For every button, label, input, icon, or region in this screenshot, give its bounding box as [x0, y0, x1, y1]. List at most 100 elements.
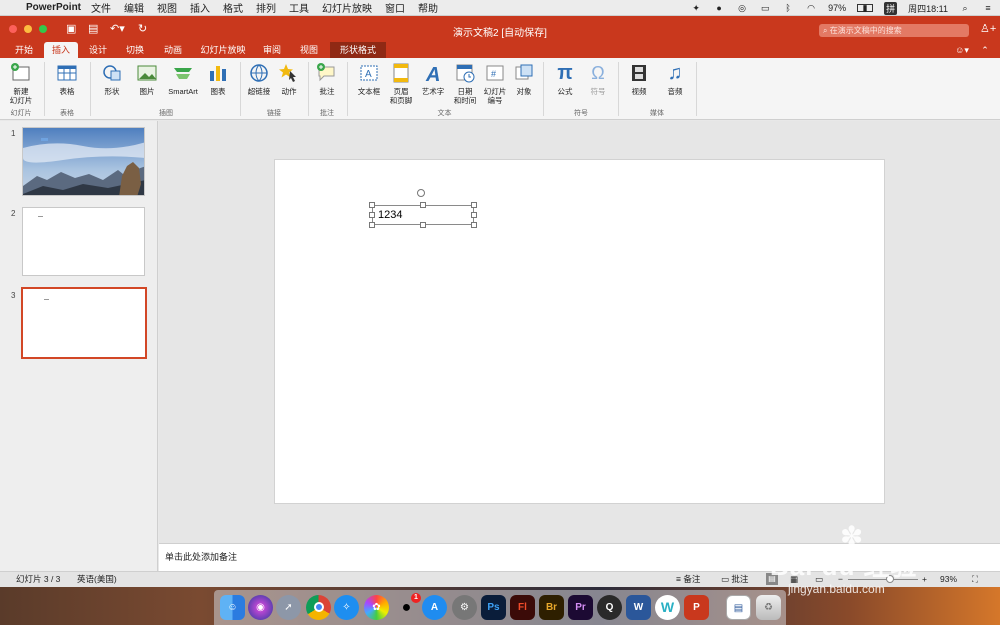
hyperlink-button[interactable]: 超链接 [245, 62, 273, 96]
powerpoint-icon[interactable]: P [684, 595, 709, 620]
equation-button[interactable]: π 公式 [550, 62, 580, 96]
battery-icon[interactable]: ▮ [857, 4, 874, 13]
qq-badge: 1 [411, 593, 421, 603]
textbox-icon: A [358, 62, 380, 84]
bridge-icon[interactable]: Br [539, 595, 564, 620]
resize-handle[interactable] [471, 212, 477, 218]
qq-icon[interactable]: ● 1 [394, 593, 421, 620]
wifi-icon[interactable]: ◠ [805, 3, 817, 14]
resize-handle[interactable] [471, 202, 477, 208]
finder-icon[interactable]: ☺ [220, 595, 245, 620]
cloud-icon[interactable]: ◎ [736, 3, 748, 14]
tab-review[interactable]: 审阅 [257, 42, 287, 58]
document-thumbnail-icon[interactable]: ▤ [726, 595, 751, 620]
object-button[interactable]: 对象 [511, 62, 537, 96]
smartart-button[interactable]: SmartArt [164, 62, 202, 96]
tab-home[interactable]: 开始 [8, 42, 40, 58]
wordart-button[interactable]: A 艺术字 [418, 62, 448, 96]
menu-help[interactable]: 帮助 [418, 0, 438, 15]
symbol-button[interactable]: Ω 符号 [584, 62, 612, 96]
menu-edit[interactable]: 编辑 [124, 0, 144, 15]
date-time-button[interactable]: 日期 和时间 [450, 62, 480, 105]
tab-animations[interactable]: 动画 [157, 42, 189, 58]
menu-arrange[interactable]: 排列 [256, 0, 276, 15]
picture-button[interactable]: 图片 [131, 62, 163, 96]
comment-button[interactable]: 批注 [313, 62, 341, 96]
siri-icon[interactable]: ◉ [248, 595, 273, 620]
selected-textbox[interactable]: 1234 [369, 189, 477, 228]
shapes-button[interactable]: 形状 [96, 62, 128, 96]
launchpad-icon[interactable]: ➚ [276, 595, 301, 620]
current-slide[interactable]: 1234 [274, 159, 885, 504]
chart-button[interactable]: 图表 [203, 62, 233, 96]
menu-window[interactable]: 窗口 [385, 0, 405, 15]
resize-handle[interactable] [420, 202, 426, 208]
video-button[interactable]: 视频 [624, 62, 654, 96]
tab-insert[interactable]: 插入 [44, 42, 78, 58]
resize-handle[interactable] [420, 222, 426, 228]
language-indicator[interactable]: 英语(美国) [77, 572, 117, 587]
watermark-url: jingyan.baidu.com [788, 582, 885, 596]
menu-tools[interactable]: 工具 [289, 0, 309, 15]
share-icon[interactable]: ♙+ [980, 22, 996, 35]
quicktime-icon[interactable]: Q [597, 595, 622, 620]
tab-design[interactable]: 设计 [83, 42, 113, 58]
resize-handle[interactable] [369, 202, 375, 208]
tray-app-icon[interactable]: ✦ [690, 3, 702, 14]
app-menu[interactable]: PowerPoint [26, 2, 81, 13]
search-input[interactable]: ⌕ 在演示文稿中的搜索 [819, 24, 969, 37]
slide-number: 3 [11, 291, 16, 300]
smiley-feedback-icon[interactable]: ☺▾ [952, 42, 972, 58]
notification-center-icon[interactable]: ≡ [982, 3, 994, 14]
chrome-icon[interactable] [306, 595, 331, 620]
notes-toggle-label: 备注 [683, 574, 701, 584]
menu-format[interactable]: 格式 [223, 0, 243, 15]
tab-shape-format[interactable]: 形状格式 [330, 42, 386, 58]
menu-view[interactable]: 视图 [157, 0, 177, 15]
audio-button[interactable]: ♫ 音频 [660, 62, 690, 96]
rotate-handle[interactable] [417, 189, 425, 197]
resize-handle[interactable] [471, 222, 477, 228]
tab-transitions[interactable]: 切换 [119, 42, 151, 58]
tab-view[interactable]: 视图 [294, 42, 324, 58]
slide-thumbnail-2[interactable] [22, 207, 145, 276]
slide-thumbnail-1[interactable] [22, 127, 145, 196]
bluetooth-icon[interactable]: ᛒ [782, 3, 794, 14]
qq-tray-icon[interactable]: ● [713, 3, 725, 14]
menu-file[interactable]: 文件 [91, 0, 111, 15]
resize-handle[interactable] [369, 222, 375, 228]
app-store-icon[interactable]: A [422, 595, 447, 620]
flash-icon[interactable]: Fl [510, 595, 535, 620]
safari-icon[interactable]: ✧ [334, 595, 359, 620]
menu-slideshow[interactable]: 幻灯片放映 [322, 0, 372, 15]
table-button[interactable]: 表格 [50, 62, 84, 96]
collapse-ribbon-icon[interactable]: ⌃ [978, 42, 992, 58]
photos-icon[interactable]: ✿ [364, 595, 389, 620]
group-illustrations-label: 插图 [159, 110, 173, 117]
system-preferences-icon[interactable]: ⚙ [452, 595, 477, 620]
menu-insert[interactable]: 插入 [190, 0, 210, 15]
spotlight-icon[interactable]: ⌕ [959, 3, 971, 14]
textbox-button[interactable]: A 文本框 [352, 62, 386, 96]
new-slide-button[interactable]: 新建 幻灯片 [4, 62, 38, 105]
group-table-label: 表格 [60, 110, 74, 117]
comments-toggle-label: 批注 [731, 574, 749, 584]
premiere-icon[interactable]: Pr [568, 595, 593, 620]
tab-slideshow[interactable]: 幻灯片放映 [196, 42, 250, 58]
notes-toggle-button[interactable]: ≡ 备注 [676, 572, 700, 587]
action-button[interactable]: 动作 [276, 62, 302, 96]
shapes-icon [101, 62, 123, 84]
input-method[interactable]: 拼 [884, 1, 898, 15]
slide-number: 1 [11, 129, 16, 138]
word-icon[interactable]: W [626, 595, 651, 620]
header-footer-button[interactable]: 页眉 和页脚 [387, 62, 415, 105]
resize-handle[interactable] [369, 212, 375, 218]
airplay-icon[interactable]: ▭ [759, 3, 771, 14]
slide-thumbnail-3[interactable] [21, 287, 147, 359]
slide-number-button[interactable]: # 幻灯片 编号 [480, 62, 510, 105]
photoshop-icon[interactable]: Ps [481, 595, 506, 620]
clock[interactable]: 周四18:11 [908, 2, 948, 15]
app-w-icon[interactable]: W [655, 595, 680, 620]
comments-toggle-button[interactable]: ▭ 批注 [721, 572, 748, 587]
textbox-content[interactable]: 1234 [378, 209, 402, 221]
